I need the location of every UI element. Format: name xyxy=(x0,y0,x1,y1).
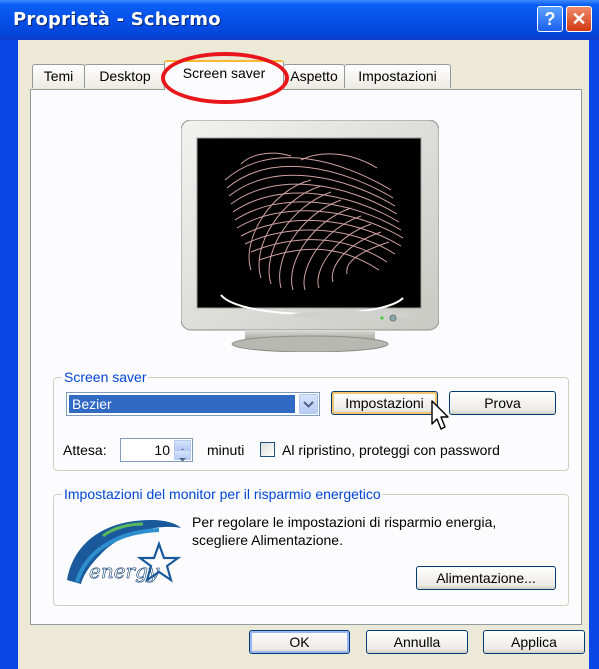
screensaver-group-title: Screen saver xyxy=(62,369,149,385)
wait-minutes-value[interactable]: 10 xyxy=(154,442,170,458)
power-description-line1: Per regolare le impostazioni di risparmi… xyxy=(192,514,497,530)
tab-aspetto[interactable]: Aspetto xyxy=(283,64,345,88)
password-checkbox[interactable] xyxy=(260,442,275,457)
preview-button[interactable]: Prova xyxy=(449,391,556,415)
password-label[interactable]: Al ripristino, proteggi con password xyxy=(282,442,500,458)
apply-button[interactable]: Applica xyxy=(483,630,585,654)
window-title: Proprietà - Schermo xyxy=(13,9,221,30)
ok-button[interactable]: OK xyxy=(249,630,350,654)
energy-star-logo: energy xyxy=(67,520,182,584)
minutes-label: minuti xyxy=(207,442,245,458)
chevron-down-icon[interactable] xyxy=(299,394,318,414)
tab-impostazioni[interactable]: Impostazioni xyxy=(344,64,451,88)
help-button[interactable]: ? xyxy=(537,6,563,32)
stepper-up-icon[interactable] xyxy=(174,440,191,452)
wait-minutes-stepper[interactable]: 10 xyxy=(120,438,193,462)
power-description-line2: scegliere Alimentazione. xyxy=(192,532,343,548)
screensaver-select[interactable]: Bezier xyxy=(66,392,320,416)
power-options-button[interactable]: Alimentazione... xyxy=(416,566,556,590)
crt-monitor-icon xyxy=(181,120,439,352)
screensaver-settings-button[interactable]: Impostazioni xyxy=(331,391,438,415)
highlight-circle xyxy=(161,52,289,104)
cancel-button[interactable]: Annulla xyxy=(366,630,468,654)
screensaver-selected-value: Bezier xyxy=(69,395,295,413)
display-properties-window: Proprietà - Schermo ? ✕ Temi Desktop Scr… xyxy=(0,0,599,669)
title-bar[interactable]: Proprietà - Schermo ? ✕ xyxy=(0,0,599,40)
tab-temi[interactable]: Temi xyxy=(32,64,85,88)
stepper-buttons xyxy=(174,440,191,462)
tab-desktop[interactable]: Desktop xyxy=(84,64,166,88)
close-button[interactable]: ✕ xyxy=(566,6,592,32)
wait-label: Attesa: xyxy=(63,442,107,458)
power-group-title: Impostazioni del monitor per il risparmi… xyxy=(62,486,383,502)
mouse-cursor-icon xyxy=(431,400,449,430)
stepper-down-icon[interactable] xyxy=(174,450,191,462)
